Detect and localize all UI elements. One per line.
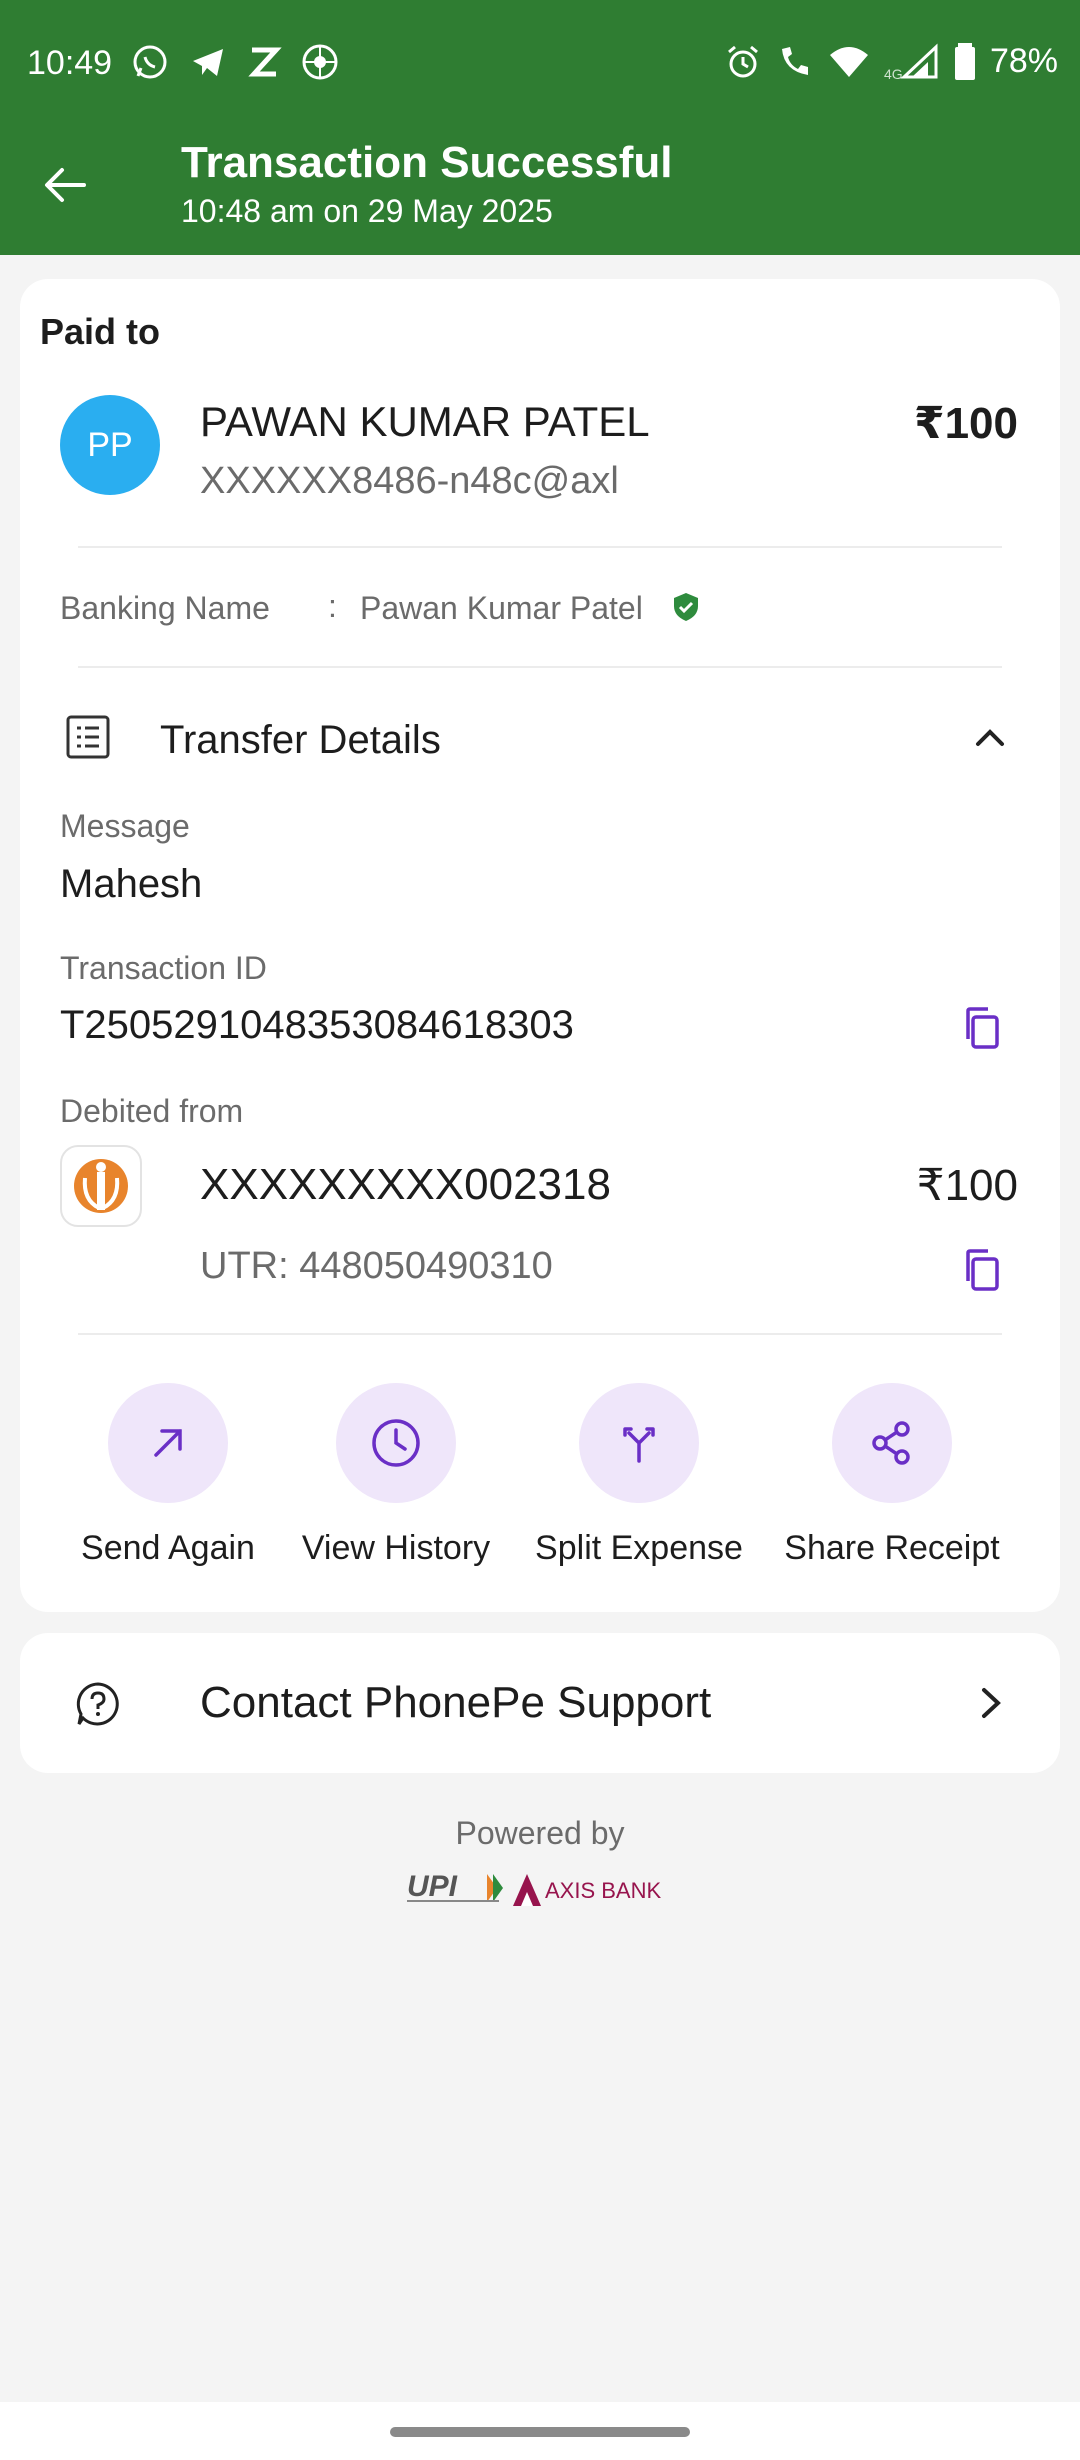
divider <box>78 666 1002 668</box>
transaction-timestamp: 10:48 am on 29 May 2025 <box>181 193 553 229</box>
powered-by-text: Powered by <box>455 1815 625 1851</box>
svg-text:4G: 4G <box>884 66 903 81</box>
divider <box>78 546 1002 548</box>
z-app-icon <box>246 42 282 82</box>
battery-percentage: 78% <box>989 42 1058 80</box>
bank-logo <box>60 1145 142 1227</box>
wifi-call-icon <box>776 43 814 81</box>
upi-logo: UPI <box>407 1870 503 1903</box>
avatar-initials: PP <box>87 425 133 464</box>
telegram-icon <box>188 42 228 82</box>
view-history-label: View History <box>301 1529 491 1567</box>
split-icon <box>579 1383 699 1503</box>
share-icon <box>832 1383 952 1503</box>
paid-to-heading: Paid to <box>40 311 161 352</box>
share-receipt-label: Share Receipt <box>784 1529 1000 1567</box>
payee-name: PAWAN KUMAR PATEL <box>200 398 650 445</box>
transfer-details-label: Transfer Details <box>160 718 441 762</box>
status-bar: 10:49 4G 78% <box>0 0 1080 132</box>
receipt-list-icon <box>64 713 112 761</box>
message-label: Message <box>60 808 190 844</box>
contact-support-label: Contact PhonePe Support <box>200 1678 712 1727</box>
wifi-icon <box>828 43 870 81</box>
message-value: Mahesh <box>60 862 203 906</box>
send-again-label: Send Again <box>81 1529 255 1567</box>
system-icons: 4G 78% <box>724 42 1058 81</box>
verified-shield-icon <box>672 592 700 622</box>
page-title: Transaction Successful <box>181 138 673 187</box>
banking-name-separator: : <box>328 588 337 624</box>
notification-icons <box>130 42 340 82</box>
svg-text:UPI: UPI <box>407 1870 458 1903</box>
view-history-button[interactable]: View History <box>286 1383 506 1568</box>
transaction-id-label: Transaction ID <box>60 950 267 986</box>
clock-icon <box>336 1383 456 1503</box>
banking-name-value: Pawan Kumar Patel <box>360 590 643 626</box>
payee-upi-id: XXXXXX8486-n48c@axl <box>200 460 619 502</box>
partner-logos: UPI AXIS BANK <box>405 1868 675 1908</box>
send-again-button[interactable]: Send Again <box>58 1383 278 1568</box>
utr-number: UTR: 448050490310 <box>200 1245 553 1287</box>
split-expense-button[interactable]: Split Expense <box>529 1383 749 1568</box>
transaction-id-value: T2505291048353084618303 <box>60 1003 574 1047</box>
copy-transaction-id-icon[interactable] <box>960 1005 1006 1051</box>
share-receipt-button[interactable]: Share Receipt <box>782 1383 1002 1568</box>
whatsapp-icon <box>130 42 170 82</box>
chevron-up-icon[interactable] <box>970 718 1010 758</box>
split-expense-label: Split Expense <box>535 1529 743 1567</box>
avatar: PP <box>60 395 160 495</box>
help-question-icon <box>74 1680 122 1728</box>
app-globe-icon <box>300 42 340 82</box>
signal-icon: 4G <box>884 43 940 81</box>
alarm-icon <box>724 43 762 81</box>
svg-text:AXIS BANK: AXIS BANK <box>545 1878 661 1903</box>
debited-account-number: XXXXXXXXX002318 <box>200 1160 611 1209</box>
debited-amount: ₹100 <box>916 1161 1018 1210</box>
back-arrow-icon[interactable] <box>40 160 100 210</box>
copy-utr-icon[interactable] <box>960 1247 1006 1293</box>
home-indicator[interactable] <box>390 2427 690 2437</box>
axis-bank-logo: AXIS BANK <box>513 1874 661 1906</box>
chevron-right-icon <box>972 1682 1008 1724</box>
paid-amount: ₹100 <box>913 399 1018 448</box>
banking-name-label: Banking Name <box>60 590 270 626</box>
arrow-up-right-icon <box>108 1383 228 1503</box>
battery-icon <box>954 42 976 81</box>
header-bar: 10:49 4G 78% Transaction Successful 10:4… <box>0 0 1080 255</box>
status-time: 10:49 <box>27 44 113 82</box>
divider <box>78 1333 1002 1335</box>
debited-from-label: Debited from <box>60 1093 244 1129</box>
